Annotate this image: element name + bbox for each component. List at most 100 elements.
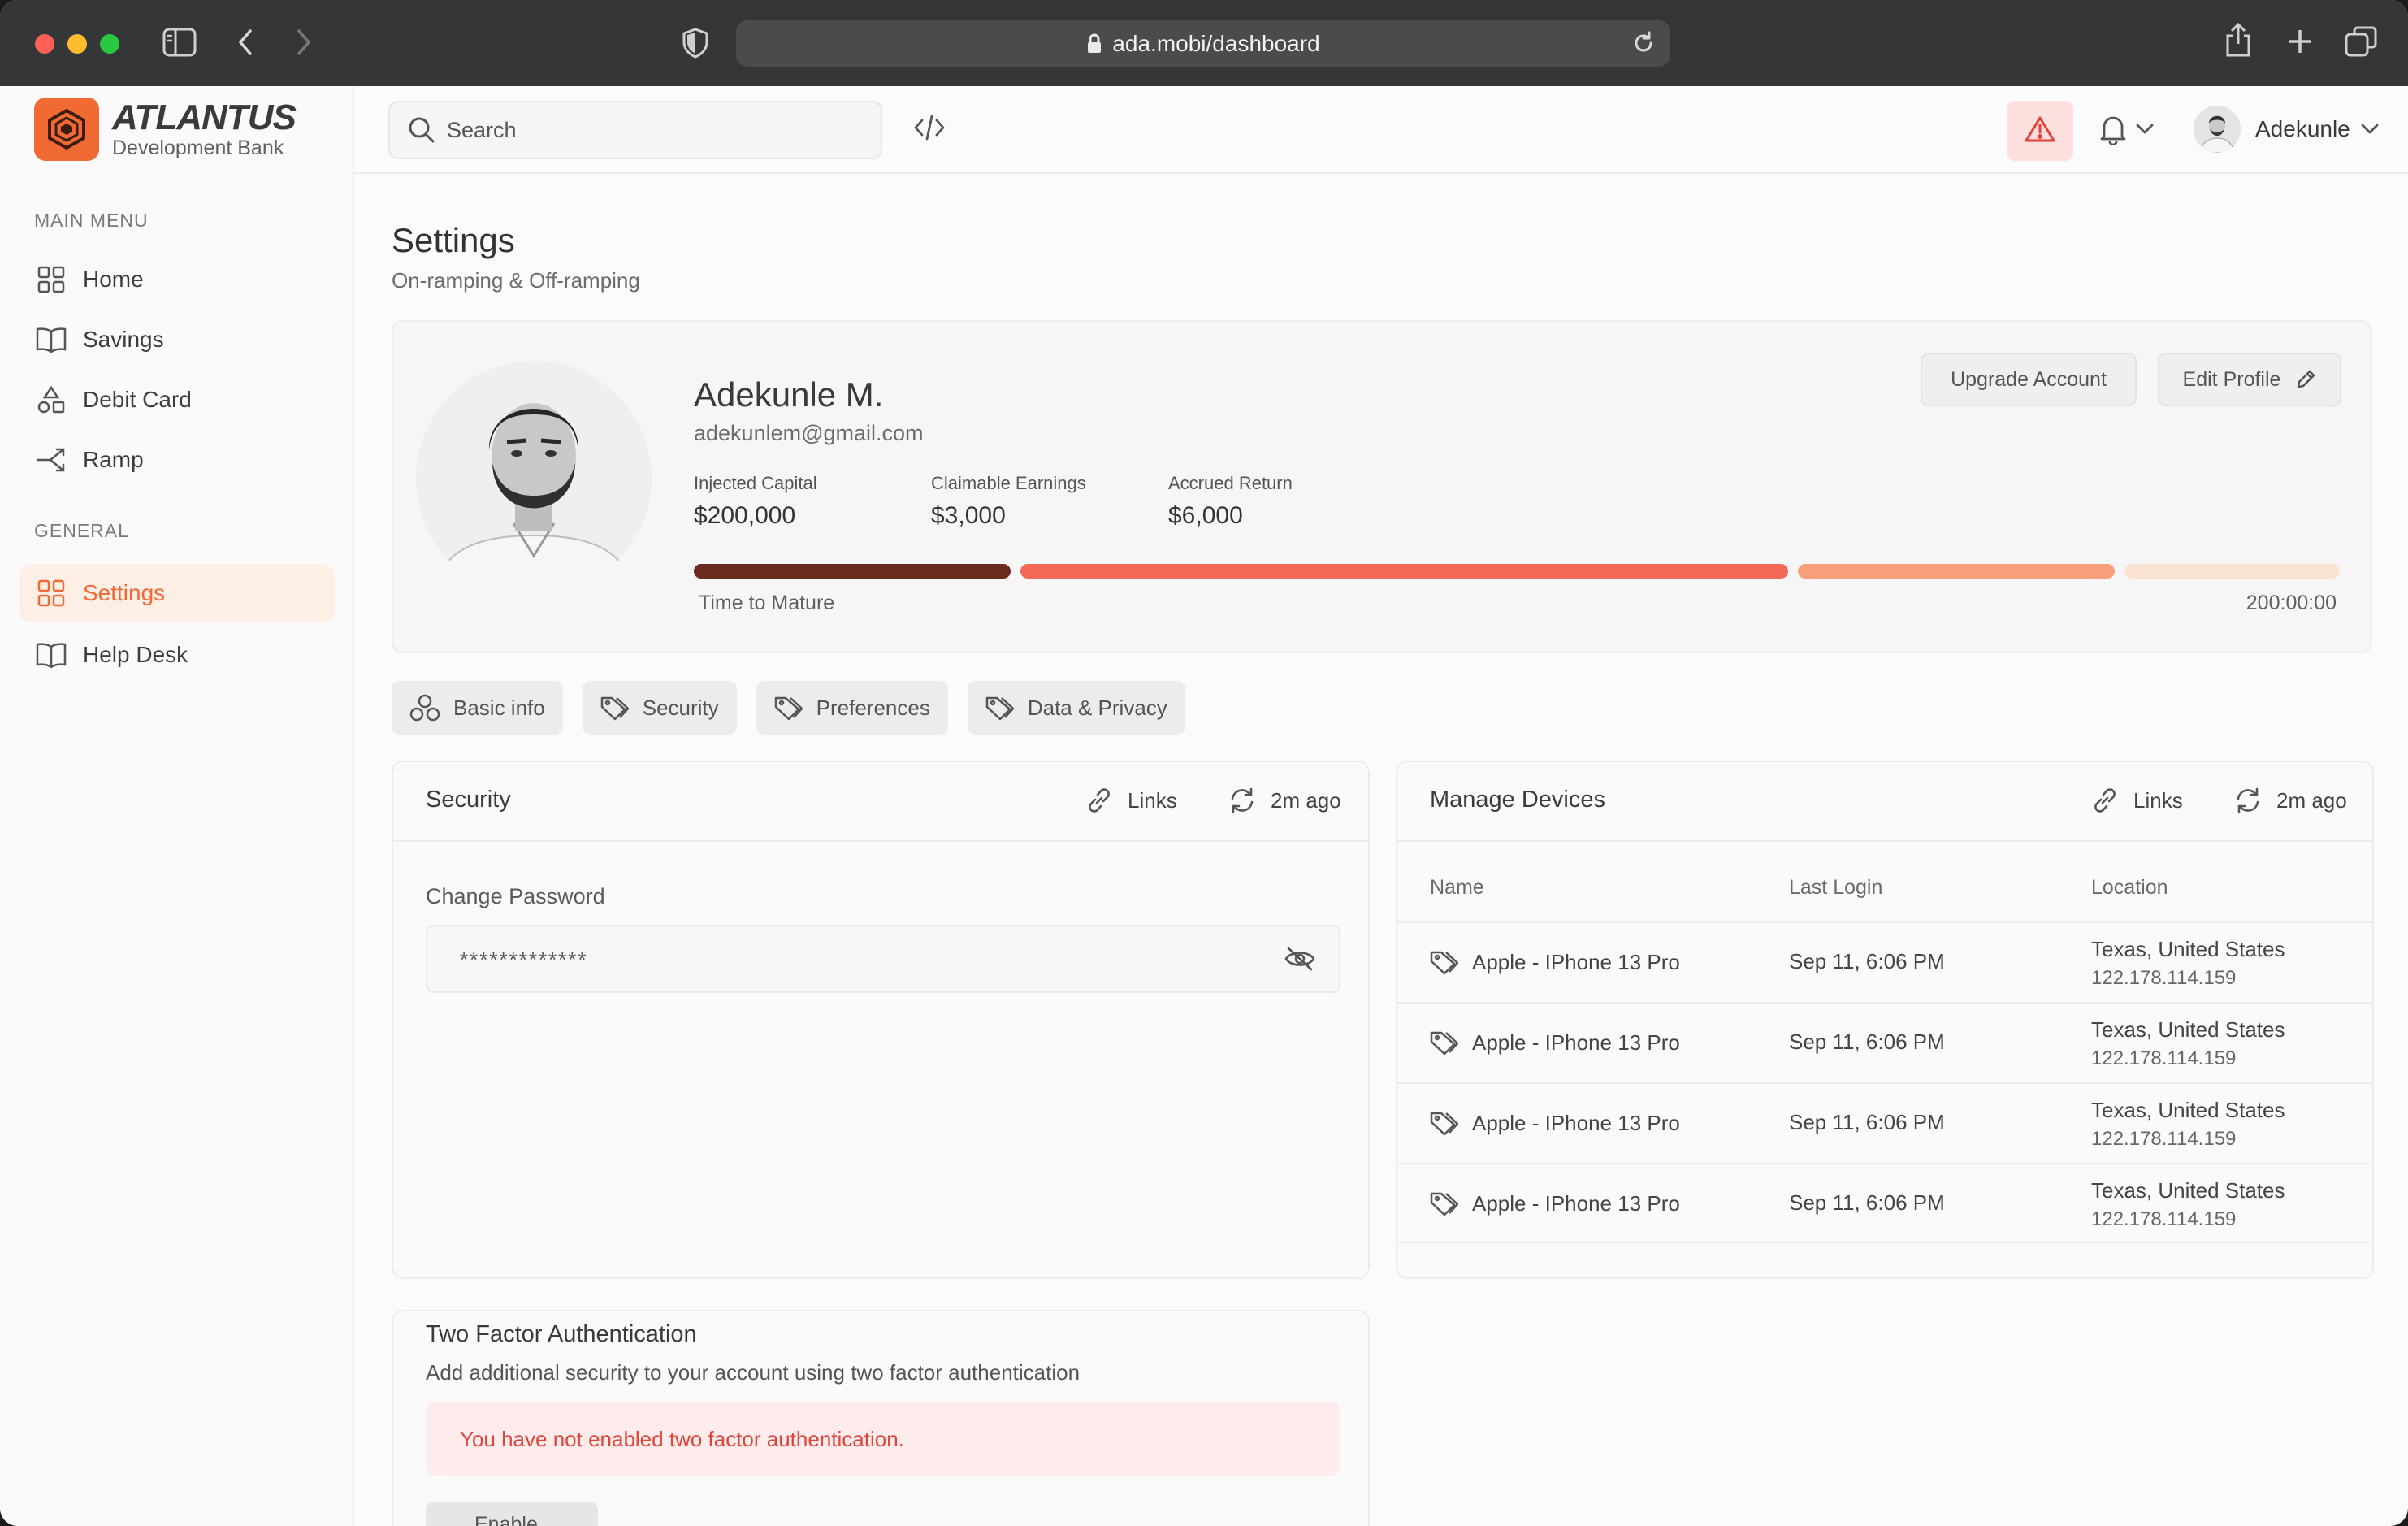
device-name-cell: Apple - IPhone 13 Pro: [1430, 1190, 1680, 1216]
sidebar-item-label: Home: [83, 267, 144, 292]
sidebar-item-savings[interactable]: Savings: [19, 310, 335, 369]
maturity-label: Time to Mature: [699, 592, 835, 614]
device-name-cell: Apple - IPhone 13 Pro: [1430, 1110, 1680, 1136]
brand-logo-icon: [34, 98, 99, 161]
tab-preferences[interactable]: Preferences: [756, 681, 948, 735]
main-menu-label: MAIN MENU: [34, 210, 149, 231]
password-field[interactable]: *************: [426, 925, 1340, 993]
stat-injected-capital: Injected Capital $200,000: [694, 473, 817, 530]
device-ip: 122.178.114.159: [2091, 967, 2237, 989]
address-bar[interactable]: ada.mobi/dashboard: [736, 20, 1670, 67]
reload-icon[interactable]: [1631, 31, 1656, 61]
device-name: Apple - IPhone 13 Pro: [1472, 1030, 1680, 1055]
stat-label: Injected Capital: [694, 473, 817, 493]
tag-icon: [774, 695, 803, 721]
device-name-cell: Apple - IPhone 13 Pro: [1430, 949, 1680, 975]
search-input[interactable]: Search: [388, 101, 882, 159]
sidebar-item-label: Ramp: [83, 447, 144, 472]
search-icon: [408, 116, 435, 144]
device-location: Texas, United States: [2091, 937, 2285, 961]
chevron-down-icon: [2360, 123, 2380, 136]
tab-label: Data & Privacy: [1027, 695, 1167, 720]
user-menu[interactable]: Adekunle: [2194, 106, 2380, 153]
table-row[interactable]: Apple - IPhone 13 Pro Sep 11, 6:06 PM Te…: [1397, 921, 2372, 1002]
refresh-icon: [1228, 787, 1256, 814]
stat-value: $6,000: [1168, 502, 1243, 529]
users-icon: [409, 694, 440, 722]
refresh-button[interactable]: 2m ago: [2234, 787, 2347, 814]
links-button[interactable]: Links: [1085, 787, 1177, 814]
table-row[interactable]: Apple - IPhone 13 Pro Sep 11, 6:06 PM Te…: [1397, 1082, 2372, 1163]
sidebar-item-label: Help Desk: [83, 642, 188, 667]
privacy-shield-icon[interactable]: [682, 28, 708, 59]
sidebar-item-home[interactable]: Home: [19, 250, 335, 309]
maturity-value: 200:00:00: [2246, 592, 2337, 614]
column-header-name: Name: [1430, 876, 1484, 899]
edit-profile-button[interactable]: Edit Profile: [2158, 353, 2341, 406]
eye-off-icon[interactable]: [1284, 946, 1316, 976]
alert-button[interactable]: [2007, 101, 2073, 161]
brand[interactable]: ATLANTUS Development Bank: [34, 98, 297, 161]
column-header-location: Location: [2091, 876, 2168, 899]
sidebar-item-help-desk[interactable]: Help Desk: [19, 626, 335, 684]
sidebar-item-settings[interactable]: Settings: [19, 564, 335, 622]
tab-security[interactable]: Security: [582, 681, 737, 735]
page-title: Settings: [392, 221, 515, 259]
forward-icon[interactable]: [294, 28, 314, 57]
stat-label: Accrued Return: [1168, 473, 1293, 493]
device-last-login: Sep 11, 6:06 PM: [1789, 1030, 1945, 1054]
two-factor-title: Two Factor Authentication: [426, 1321, 697, 1347]
device-last-login: Sep 11, 6:06 PM: [1789, 949, 1945, 973]
bell-icon: [2099, 114, 2127, 149]
refresh-button[interactable]: 2m ago: [1228, 787, 1341, 814]
upgrade-account-button[interactable]: Upgrade Account: [1921, 353, 2137, 406]
devices-panel: Manage Devices Links 2m ago Name Last Lo…: [1396, 761, 2374, 1279]
settings-tabs: Basic info Security Preferences Data & P…: [392, 681, 1185, 735]
sidebar-item-label: Savings: [83, 327, 164, 352]
sidebar-item-debit-card[interactable]: Debit Card: [19, 371, 335, 429]
device-location-cell: Texas, United States 122.178.114.159: [2091, 1095, 2285, 1154]
table-row[interactable]: Apple - IPhone 13 Pro Sep 11, 6:06 PM Te…: [1397, 1002, 2372, 1082]
brand-name: ATLANTUS: [112, 98, 297, 137]
device-last-login: Sep 11, 6:06 PM: [1789, 1110, 1945, 1134]
notifications-button[interactable]: [2099, 114, 2155, 149]
device-location: Texas, United States: [2091, 1098, 2285, 1122]
minimize-window-button[interactable]: [67, 34, 87, 54]
links-label: Links: [2133, 787, 2183, 813]
links-label: Links: [1128, 787, 1177, 813]
share-icon[interactable]: [2224, 23, 2252, 57]
tab-basic-info[interactable]: Basic info: [392, 681, 563, 735]
security-panel: Security Links 2m ago Change Password **…: [392, 761, 1370, 1279]
sidebar-item-label: Debit Card: [83, 387, 192, 412]
browser-toolbar: ada.mobi/dashboard: [0, 0, 2408, 86]
sidebar-toggle-icon[interactable]: [162, 28, 197, 57]
user-name: Adekunle: [2255, 116, 2350, 141]
sidebar: ATLANTUS Development Bank MAIN MENU Home…: [0, 86, 354, 1526]
close-window-button[interactable]: [35, 34, 54, 54]
two-factor-alert: You have not enabled two factor authenti…: [426, 1402, 1340, 1476]
device-location: Texas, United States: [2091, 1017, 2285, 1042]
grid-icon: [36, 264, 67, 295]
maximize-window-button[interactable]: [100, 34, 119, 54]
stat-value: $3,000: [931, 502, 1006, 529]
sidebar-item-ramp[interactable]: Ramp: [19, 431, 335, 489]
edit-profile-label: Edit Profile: [2182, 367, 2281, 391]
tab-overview-icon[interactable]: [2345, 26, 2377, 57]
device-location-cell: Texas, United States 122.178.114.159: [2091, 1176, 2285, 1234]
link-icon: [2091, 787, 2119, 814]
device-name: Apple - IPhone 13 Pro: [1472, 949, 1680, 974]
device-location-cell: Texas, United States 122.178.114.159: [2091, 1015, 2285, 1073]
back-icon[interactable]: [236, 28, 255, 57]
password-value: *************: [460, 947, 588, 972]
links-button[interactable]: Links: [2091, 787, 2183, 814]
enable-two-factor-button[interactable]: Enable: [426, 1502, 598, 1526]
tag-icon: [1430, 1190, 1459, 1216]
device-name: Apple - IPhone 13 Pro: [1472, 1110, 1680, 1135]
book-icon: [36, 324, 67, 355]
new-tab-icon[interactable]: [2286, 28, 2314, 55]
device-location: Texas, United States: [2091, 1178, 2285, 1203]
tab-data-privacy[interactable]: Data & Privacy: [967, 681, 1185, 735]
table-row[interactable]: Apple - IPhone 13 Pro Sep 11, 6:06 PM Te…: [1397, 1163, 2372, 1243]
panel-header: Security Links 2m ago: [393, 762, 1368, 842]
code-icon[interactable]: [913, 114, 946, 145]
